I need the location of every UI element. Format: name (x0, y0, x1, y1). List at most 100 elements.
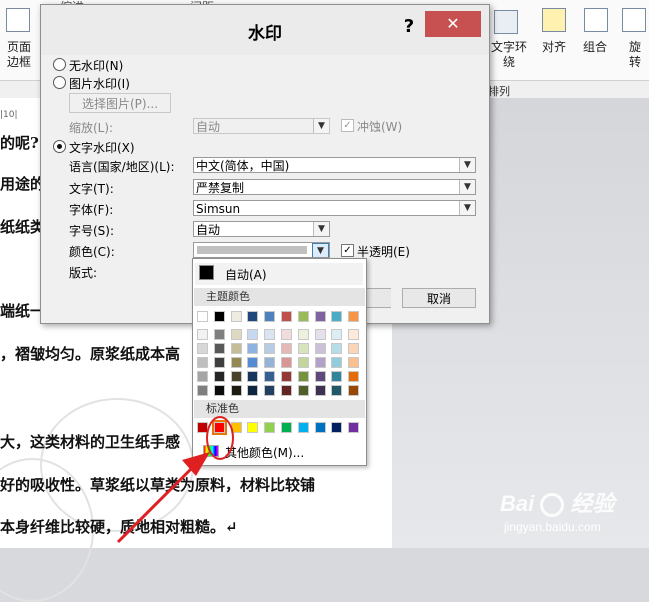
standard-color-swatch[interactable] (281, 422, 292, 433)
text-watermark-label[interactable]: 文字水印(X) (69, 139, 135, 156)
align-icon[interactable] (542, 8, 566, 32)
standard-color-swatch[interactable] (314, 422, 326, 433)
theme-color-swatch[interactable] (281, 343, 292, 354)
theme-color-swatch[interactable] (197, 371, 208, 382)
help-button[interactable]: ? (397, 15, 421, 39)
theme-color-swatch[interactable] (230, 357, 242, 368)
theme-color-swatch[interactable] (230, 343, 242, 354)
picture-watermark-label[interactable]: 图片水印(I) (69, 75, 130, 92)
chevron-down-icon[interactable]: ▼ (313, 119, 329, 133)
font-select[interactable]: Simsun ▼ (193, 200, 476, 216)
theme-color-swatch[interactable] (281, 311, 292, 322)
theme-color-swatch[interactable] (297, 343, 309, 354)
theme-color-swatch[interactable] (281, 357, 292, 368)
theme-color-swatch[interactable] (331, 311, 343, 322)
color-select[interactable]: ▼ (193, 242, 330, 258)
auto-color-label[interactable]: 自动(A) (225, 266, 267, 283)
theme-color-swatch[interactable] (331, 329, 343, 340)
standard-color-swatch[interactable] (247, 422, 259, 433)
theme-color-swatch[interactable] (197, 311, 208, 322)
chevron-down-icon[interactable]: ▼ (459, 158, 475, 172)
theme-color-swatch[interactable] (213, 343, 225, 354)
theme-color-swatch[interactable] (281, 385, 292, 396)
washout-label[interactable]: 冲蚀(W) (357, 118, 402, 135)
theme-color-swatch[interactable] (281, 329, 292, 340)
theme-color-swatch[interactable] (314, 357, 326, 368)
theme-color-swatch[interactable] (297, 385, 309, 396)
more-colors-label[interactable]: 其他颜色(M)... (225, 444, 304, 461)
theme-color-swatch[interactable] (264, 385, 276, 396)
theme-color-swatch[interactable] (264, 343, 276, 354)
scale-select[interactable]: 自动 ▼ (193, 118, 330, 134)
theme-color-swatch[interactable] (314, 343, 326, 354)
theme-color-swatch[interactable] (247, 371, 259, 382)
theme-color-swatch[interactable] (297, 311, 309, 322)
standard-color-swatch[interactable] (348, 422, 360, 433)
theme-color-swatch[interactable] (348, 357, 360, 368)
theme-color-swatch[interactable] (230, 385, 242, 396)
theme-color-swatch[interactable] (314, 371, 326, 382)
close-button[interactable]: ✕ (425, 11, 481, 37)
theme-color-swatch[interactable] (213, 371, 225, 382)
theme-color-swatch[interactable] (213, 357, 225, 368)
theme-color-swatch[interactable] (197, 385, 208, 396)
theme-color-swatch[interactable] (213, 329, 225, 340)
chevron-down-icon[interactable]: ▼ (313, 222, 329, 236)
theme-color-swatch[interactable] (247, 311, 259, 322)
theme-color-swatch[interactable] (348, 371, 360, 382)
size-select[interactable]: 自动 ▼ (193, 221, 330, 237)
theme-color-swatch[interactable] (281, 371, 292, 382)
standard-color-swatch[interactable] (264, 422, 276, 433)
group-button[interactable]: 组合 (580, 40, 610, 55)
chevron-down-icon[interactable]: ▼ (312, 243, 329, 257)
theme-color-swatch[interactable] (331, 371, 343, 382)
no-watermark-label[interactable]: 无水印(N) (69, 57, 123, 74)
chevron-down-icon[interactable]: ▼ (459, 201, 475, 215)
cancel-button[interactable]: 取消 (402, 288, 476, 308)
theme-color-swatch[interactable] (247, 343, 259, 354)
theme-color-swatch[interactable] (331, 385, 343, 396)
ok-button[interactable] (365, 288, 391, 308)
align-button[interactable]: 对齐 (538, 40, 570, 55)
theme-color-swatch[interactable] (264, 371, 276, 382)
theme-color-swatch[interactable] (264, 311, 276, 322)
theme-color-swatch[interactable] (348, 311, 360, 322)
standard-color-swatch[interactable] (297, 422, 309, 433)
theme-color-swatch[interactable] (197, 329, 208, 340)
theme-color-swatch[interactable] (314, 329, 326, 340)
text-watermark-radio[interactable] (53, 140, 66, 153)
theme-color-swatch[interactable] (314, 311, 326, 322)
semitransparent-checkbox[interactable]: ✓ (341, 244, 354, 257)
select-picture-button[interactable]: 选择图片(P)... (69, 93, 171, 113)
chevron-down-icon[interactable]: ▼ (459, 180, 475, 194)
language-select[interactable]: 中文(简体，中国) ▼ (193, 157, 476, 173)
theme-color-swatch[interactable] (247, 385, 259, 396)
group-icon[interactable] (584, 8, 608, 32)
theme-color-swatch[interactable] (348, 343, 360, 354)
auto-color-row[interactable] (195, 263, 363, 285)
standard-color-swatch[interactable] (331, 422, 343, 433)
theme-color-swatch[interactable] (331, 357, 343, 368)
theme-color-swatch[interactable] (314, 385, 326, 396)
theme-color-swatch[interactable] (213, 311, 225, 322)
theme-color-swatch[interactable] (348, 329, 360, 340)
theme-color-swatch[interactable] (230, 311, 242, 322)
theme-color-swatch[interactable] (197, 343, 208, 354)
theme-color-swatch[interactable] (331, 343, 343, 354)
theme-color-swatch[interactable] (247, 329, 259, 340)
theme-color-swatch[interactable] (297, 357, 309, 368)
theme-color-swatch[interactable] (297, 329, 309, 340)
theme-color-swatch[interactable] (264, 329, 276, 340)
text-combo[interactable]: 严禁复制 ▼ (193, 179, 476, 195)
theme-color-swatch[interactable] (348, 385, 360, 396)
page-border-button[interactable]: 页面 边框 (4, 40, 34, 70)
rotate-icon[interactable] (622, 8, 646, 32)
theme-color-swatch[interactable] (197, 357, 208, 368)
theme-color-swatch[interactable] (247, 357, 259, 368)
text-wrap-button[interactable]: 文字环绕 (486, 40, 532, 70)
no-watermark-radio[interactable] (53, 58, 66, 71)
text-wrap-icon[interactable] (494, 10, 518, 34)
theme-color-swatch[interactable] (213, 385, 225, 396)
rotate-button[interactable]: 旋 转 (624, 40, 646, 70)
theme-color-swatch[interactable] (230, 371, 242, 382)
